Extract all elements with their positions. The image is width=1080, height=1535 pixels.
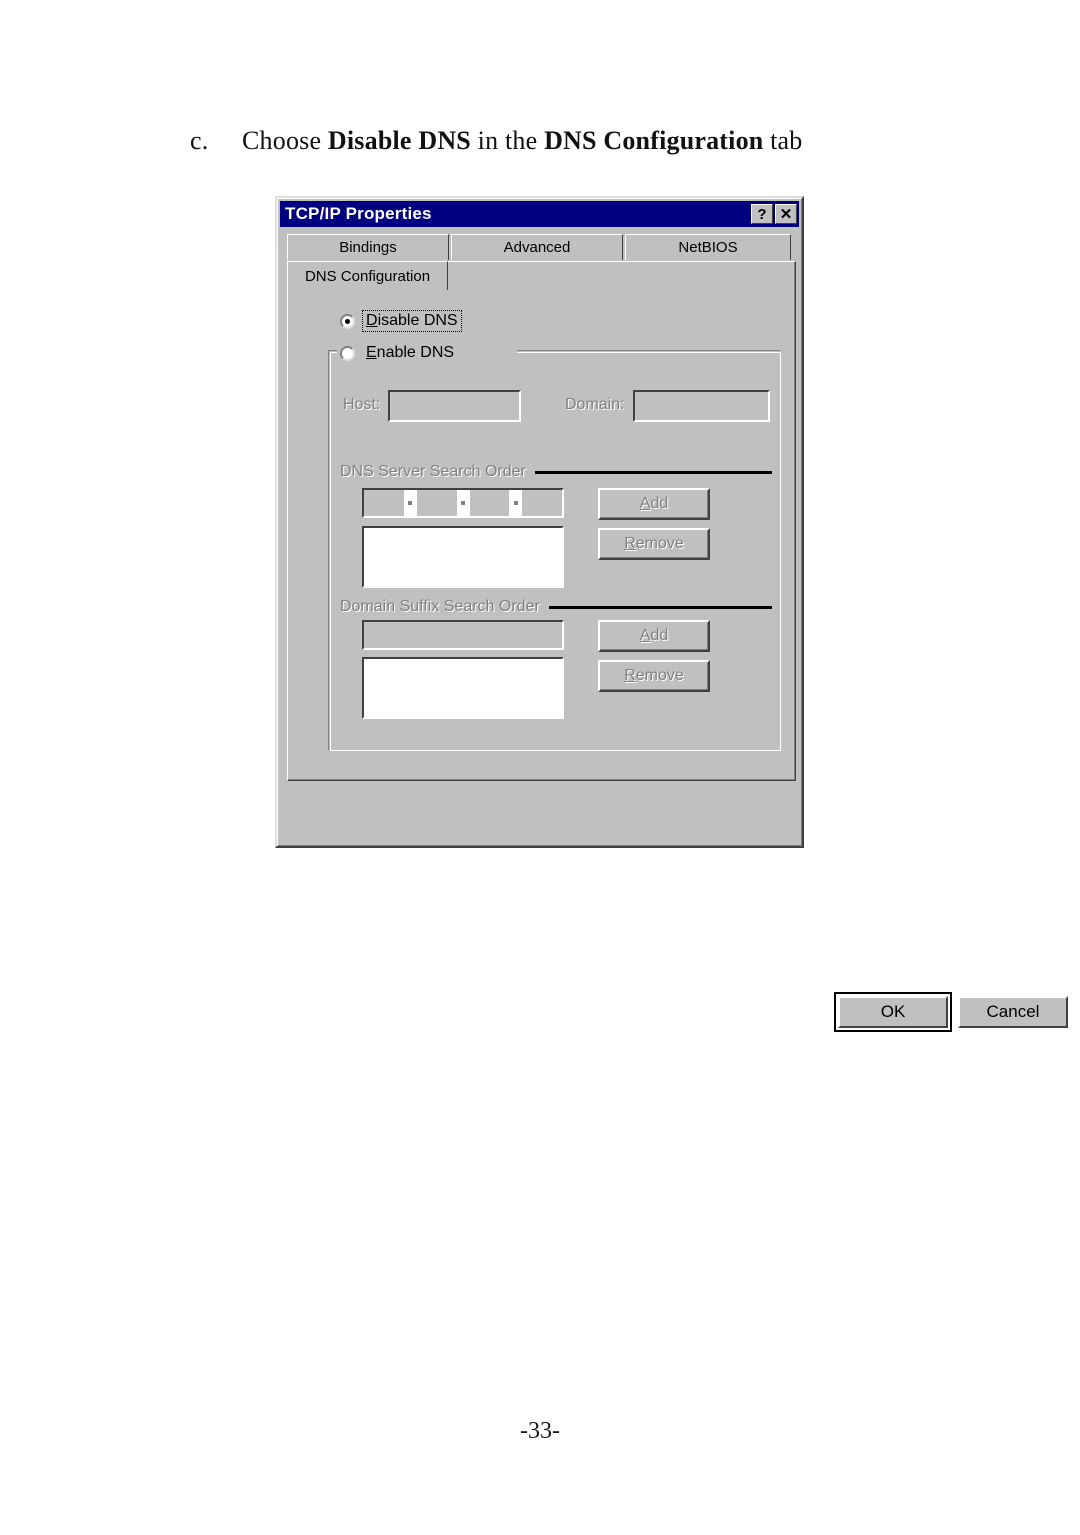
disable-dns-radio-label: Disable DNS bbox=[362, 310, 462, 332]
domain-field[interactable] bbox=[633, 390, 770, 422]
heading-text-part-2: Disable DNS bbox=[327, 126, 471, 155]
ip-separator-2 bbox=[456, 490, 470, 516]
tab-advanced[interactable]: Advanced bbox=[451, 234, 623, 260]
dns-remove-button-label: Remove bbox=[624, 535, 684, 552]
suffix-remove-button-label: Remove bbox=[624, 667, 684, 684]
enable-dns-radio[interactable]: Enable DNS bbox=[340, 343, 458, 363]
cancel-button[interactable]: Cancel bbox=[958, 996, 1068, 1028]
tab-dns-configuration[interactable]: DNS Configuration bbox=[287, 261, 448, 290]
domain-suffix-search-order-section: Domain Suffix Search Order bbox=[340, 598, 780, 616]
dns-server-list[interactable] bbox=[362, 526, 564, 588]
host-field[interactable] bbox=[388, 390, 521, 422]
domain-suffix-list[interactable] bbox=[362, 657, 564, 719]
ip-octet-2[interactable] bbox=[416, 490, 457, 516]
dns-server-ip-input[interactable] bbox=[362, 488, 564, 518]
enable-dns-radio-label: Enable DNS bbox=[363, 343, 458, 363]
tab-row-upper: Bindings Advanced NetBIOS bbox=[287, 234, 793, 260]
help-icon[interactable]: ? bbox=[751, 204, 773, 224]
heading-text-part-1: Choose bbox=[242, 126, 328, 155]
step-marker: c. bbox=[190, 126, 209, 155]
domain-label: Domain: bbox=[565, 396, 625, 413]
host-label: Host: bbox=[343, 396, 381, 413]
dns-server-search-order-section: DNS Server Search Order bbox=[340, 463, 780, 481]
tab-bindings[interactable]: Bindings bbox=[287, 234, 449, 260]
ip-octet-4[interactable] bbox=[522, 490, 562, 516]
dns-configuration-panel: Disable DNS Enable DNS Host: Domain: DNS… bbox=[287, 261, 796, 781]
dns-add-button-label: Add bbox=[639, 495, 669, 512]
ok-button[interactable]: OK bbox=[838, 996, 948, 1028]
tab-netbios[interactable]: NetBIOS bbox=[625, 234, 791, 260]
ip-separator-3 bbox=[509, 490, 523, 516]
dns-add-button[interactable]: Add bbox=[598, 488, 710, 520]
page-title: c. Choose Disable DNS in the DNS Configur… bbox=[190, 126, 890, 156]
tcpip-properties-dialog: TCP/IP Properties ? ✕ Bindings Advanced … bbox=[275, 196, 1068, 1032]
radio-unselected-icon bbox=[340, 345, 355, 361]
suffix-remove-button[interactable]: Remove bbox=[598, 660, 710, 692]
dns-remove-button[interactable]: Remove bbox=[598, 528, 710, 560]
heading-text-part-4: DNS Configuration bbox=[544, 126, 764, 155]
suffix-add-button[interactable]: Add bbox=[598, 620, 710, 652]
domain-suffix-search-order-label: Domain Suffix Search Order bbox=[340, 598, 540, 615]
ip-octet-3[interactable] bbox=[469, 490, 510, 516]
ip-separator-1 bbox=[403, 490, 417, 516]
ip-octet-1[interactable] bbox=[364, 490, 404, 516]
heading-text-part-3: in the bbox=[470, 126, 545, 155]
dialog-title: TCP/IP Properties bbox=[285, 204, 432, 223]
page-number: -33- bbox=[520, 1418, 560, 1444]
close-icon[interactable]: ✕ bbox=[775, 204, 797, 224]
radio-selected-icon bbox=[340, 313, 355, 329]
disable-dns-radio[interactable]: Disable DNS bbox=[340, 310, 462, 332]
section-rule bbox=[548, 605, 772, 609]
heading-text-part-5: tab bbox=[763, 126, 803, 155]
dialog-titlebar[interactable]: TCP/IP Properties ? ✕ bbox=[280, 201, 799, 227]
dns-server-search-order-label: DNS Server Search Order bbox=[340, 463, 526, 480]
section-rule bbox=[534, 470, 772, 474]
titlebar-button-group: ? ✕ bbox=[751, 204, 797, 224]
suffix-add-button-label: Add bbox=[639, 627, 669, 644]
domain-suffix-input[interactable] bbox=[362, 620, 564, 650]
